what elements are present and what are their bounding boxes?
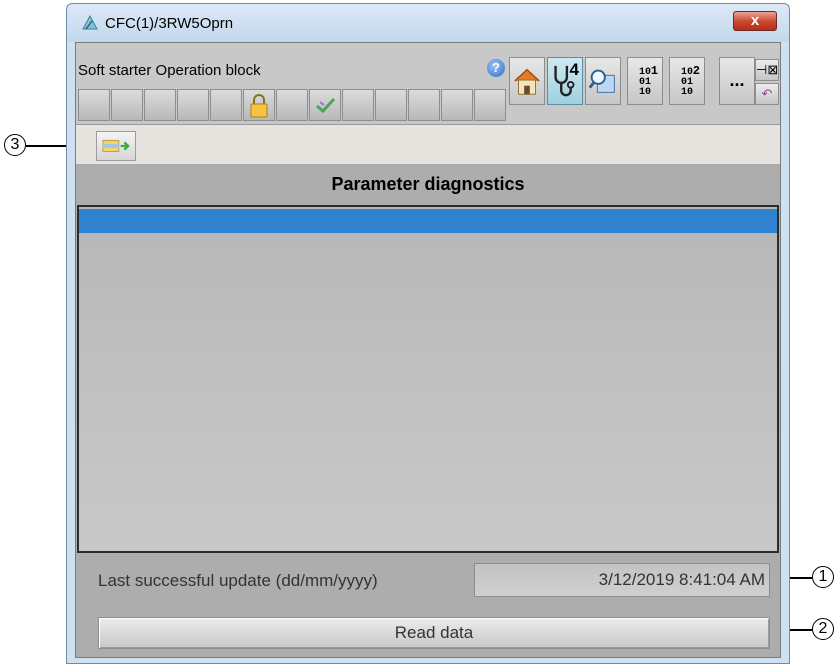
status-slot	[144, 89, 176, 121]
callout-2: 2	[812, 618, 834, 640]
callout-3: 3	[4, 134, 26, 156]
status-slot	[342, 89, 374, 121]
trend-magnifier-icon	[588, 69, 615, 93]
status-slot	[78, 89, 110, 121]
navigate-icon	[102, 139, 130, 153]
status-slot	[441, 89, 473, 121]
binary1-bot: 10	[638, 87, 651, 98]
faceplate-body: Soft starter Operation block ? 4 10 1 01…	[75, 42, 781, 658]
status-slot	[375, 89, 407, 121]
callout-1: 1	[812, 566, 834, 588]
release-slot[interactable]	[309, 89, 341, 121]
section-header: Parameter diagnostics	[331, 174, 525, 194]
binary2-bot: 10	[680, 87, 693, 98]
home-button[interactable]	[509, 57, 545, 105]
navigation-strip	[76, 125, 780, 165]
help-icon[interactable]: ?	[487, 59, 505, 77]
lock-slot[interactable]	[243, 89, 275, 121]
app-logo-icon	[82, 14, 98, 30]
diagnostics-badge: 4	[569, 60, 579, 79]
diagnostics-button[interactable]: 4	[547, 57, 583, 105]
read-data-button[interactable]: Read data	[98, 617, 770, 649]
home-icon	[514, 68, 540, 95]
binary2-sup: 2	[692, 64, 700, 78]
status-slot	[408, 89, 440, 121]
list-item[interactable]	[79, 209, 777, 233]
binary1-sup: 1	[650, 64, 658, 78]
status-slot	[210, 89, 242, 121]
status-slots	[78, 89, 507, 121]
trend-button[interactable]	[585, 57, 621, 105]
toolbar: Soft starter Operation block ? 4 10 1 01…	[76, 43, 780, 125]
window-title: CFC(1)/3RW5Oprn	[105, 15, 234, 32]
title-bar[interactable]: CFC(1)/3RW5Oprn x	[67, 4, 789, 42]
status-slot	[177, 89, 209, 121]
more-button[interactable]: ...	[719, 57, 755, 105]
faceplate-window: CFC(1)/3RW5Oprn x Soft starter Operation…	[66, 3, 790, 664]
status-slot	[474, 89, 506, 121]
checkmark-icon	[316, 97, 336, 114]
last-update-value: 3/12/2019 8:41:04 AM	[474, 563, 770, 597]
diagnostics-list[interactable]	[77, 205, 779, 553]
last-update-label: Last successful update (dd/mm/yyyy)	[98, 571, 378, 590]
back-button[interactable]: ↶	[755, 83, 779, 105]
block-title: Soft starter Operation block	[78, 62, 261, 79]
navigate-button[interactable]	[96, 131, 136, 161]
status-slot	[276, 89, 308, 121]
close-button[interactable]: x	[733, 11, 777, 31]
binary-view-2-button[interactable]: 10 2 01 10	[669, 57, 705, 105]
binary-view-1-button[interactable]: 10 1 01 10	[627, 57, 663, 105]
pin-button[interactable]: ⊣⊠	[755, 59, 779, 81]
status-slot	[111, 89, 143, 121]
lock-icon	[250, 94, 268, 118]
